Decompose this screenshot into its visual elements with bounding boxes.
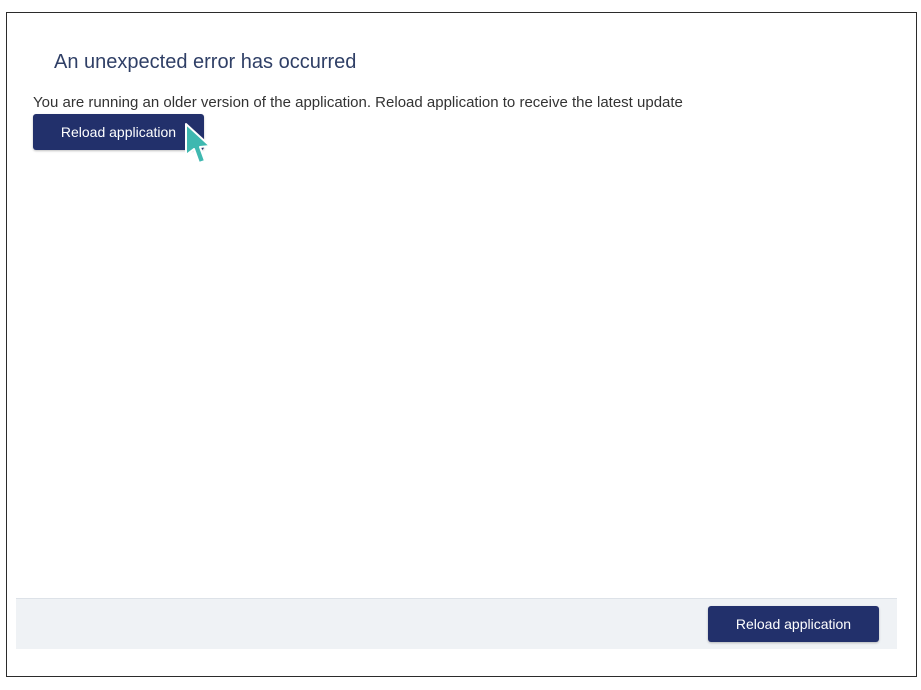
- error-title: An unexpected error has occurred: [54, 51, 357, 73]
- window-frame: An unexpected error has occurred You are…: [6, 12, 917, 677]
- error-dialog: An unexpected error has occurred You are…: [7, 13, 916, 676]
- error-message: You are running an older version of the …: [33, 94, 683, 111]
- reload-application-button[interactable]: Reload application: [33, 114, 204, 150]
- footer-reload-application-button[interactable]: Reload application: [708, 606, 879, 642]
- mouse-pointer-icon: [185, 123, 211, 164]
- dialog-footer: Reload application: [16, 598, 897, 649]
